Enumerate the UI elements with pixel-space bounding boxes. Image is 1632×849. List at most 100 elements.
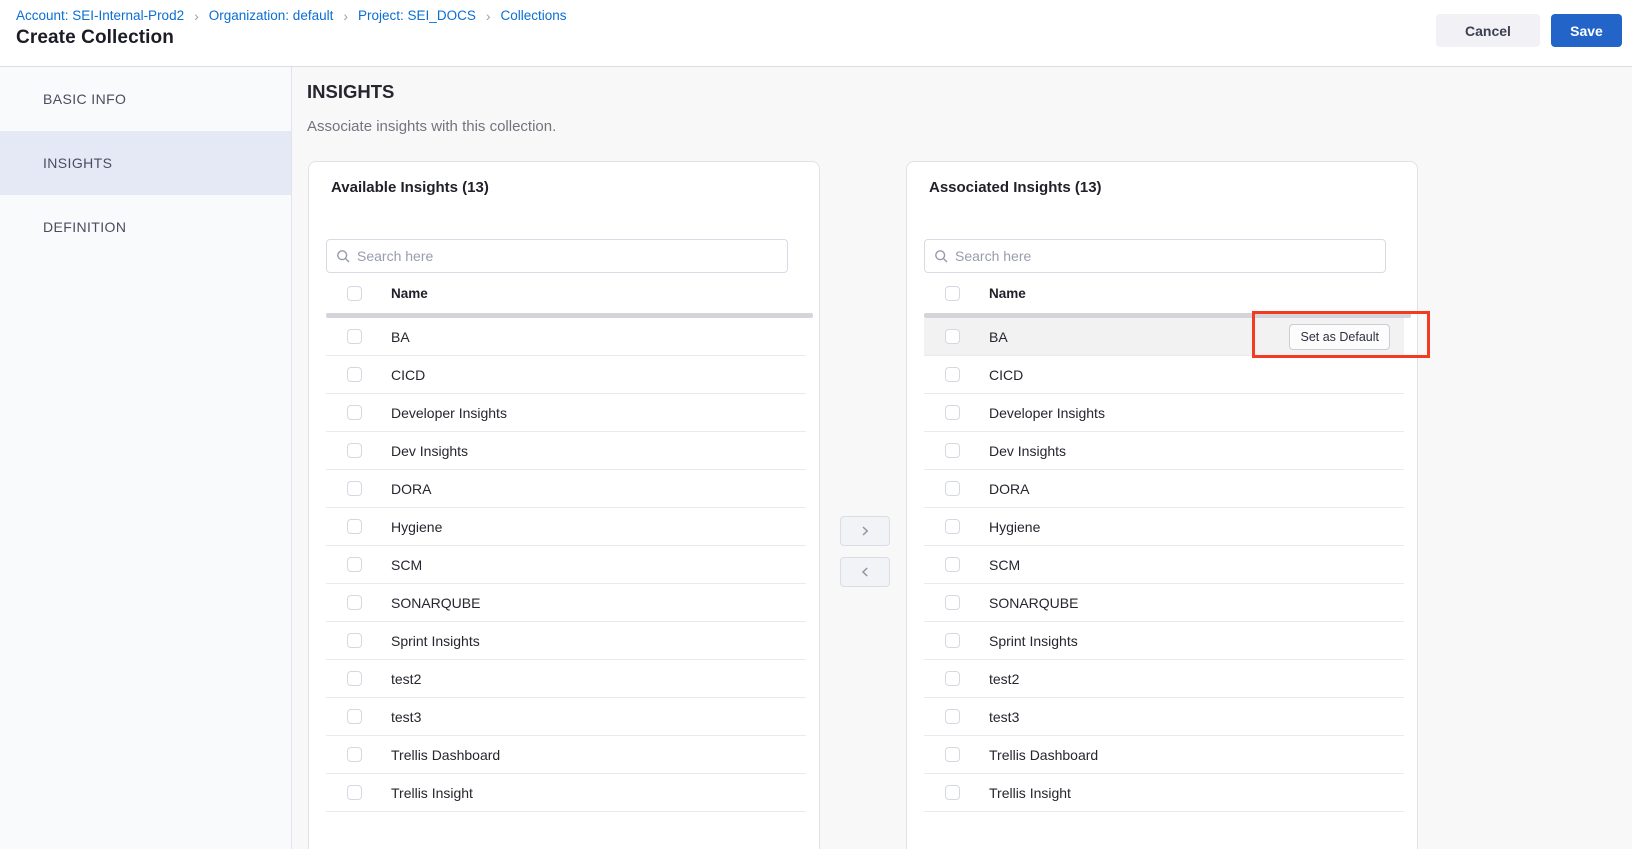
select-all-checkbox[interactable]	[945, 286, 960, 301]
row-checkbox[interactable]	[347, 481, 362, 496]
table-row[interactable]: test3	[924, 698, 1404, 736]
search-field	[326, 239, 788, 273]
table-row[interactable]: Sprint Insights	[326, 622, 806, 660]
sidebar-item-basic-info[interactable]: BASIC INFO	[0, 67, 291, 131]
row-label: Trellis Insight	[989, 785, 1071, 801]
table-row[interactable]: test2	[924, 660, 1404, 698]
search-field	[924, 239, 1386, 273]
row-checkbox[interactable]	[945, 443, 960, 458]
section-heading: INSIGHTS	[307, 81, 394, 103]
row-checkbox[interactable]	[945, 367, 960, 382]
breadcrumb-separator-icon: ›	[343, 9, 348, 23]
save-button[interactable]: Save	[1551, 14, 1622, 47]
insights-table-body: BA CICD Developer Insights Dev Insights DORA…	[326, 318, 806, 812]
breadcrumb-link[interactable]: Account: SEI-Internal-Prod2	[16, 8, 184, 23]
search-icon	[934, 249, 949, 264]
table-row[interactable]: CICD	[924, 356, 1404, 394]
row-checkbox[interactable]	[347, 367, 362, 382]
row-checkbox[interactable]	[945, 595, 960, 610]
row-checkbox[interactable]	[347, 785, 362, 800]
table-row[interactable]: Hygiene	[326, 508, 806, 546]
row-checkbox[interactable]	[945, 481, 960, 496]
table-row[interactable]: DORA	[326, 470, 806, 508]
table-row[interactable]: Trellis Insight	[326, 774, 806, 812]
row-label: Sprint Insights	[391, 633, 480, 649]
row-checkbox[interactable]	[347, 519, 362, 534]
table-row[interactable]: Hygiene	[924, 508, 1404, 546]
table-row[interactable]: Dev Insights	[326, 432, 806, 470]
search-icon	[336, 249, 351, 264]
row-label: CICD	[391, 367, 425, 383]
search-input[interactable]	[924, 239, 1386, 273]
breadcrumb-link[interactable]: Organization: default	[209, 8, 334, 23]
table-row[interactable]: test3	[326, 698, 806, 736]
row-label: Dev Insights	[989, 443, 1066, 459]
table-row[interactable]: DORA	[924, 470, 1404, 508]
table-row[interactable]: SCM	[924, 546, 1404, 584]
row-checkbox[interactable]	[347, 671, 362, 686]
row-label: test3	[989, 709, 1019, 725]
row-label: Hygiene	[391, 519, 442, 535]
row-label: Hygiene	[989, 519, 1040, 535]
table-row[interactable]: Trellis Dashboard	[924, 736, 1404, 774]
table-row[interactable]: Developer Insights	[924, 394, 1404, 432]
sidebar-item-definition[interactable]: DEFINITION	[0, 195, 291, 259]
row-label: CICD	[989, 367, 1023, 383]
row-label: Dev Insights	[391, 443, 468, 459]
row-checkbox[interactable]	[347, 405, 362, 420]
row-label: Trellis Insight	[391, 785, 473, 801]
row-label: Developer Insights	[989, 405, 1105, 421]
row-checkbox[interactable]	[945, 329, 960, 344]
breadcrumb-link[interactable]: Project: SEI_DOCS	[358, 8, 476, 23]
table-row[interactable]: CICD	[326, 356, 806, 394]
row-checkbox[interactable]	[347, 557, 362, 572]
move-right-button[interactable]	[840, 516, 890, 546]
table-row[interactable]: test2	[326, 660, 806, 698]
cancel-button[interactable]: Cancel	[1436, 14, 1540, 47]
row-checkbox[interactable]	[347, 633, 362, 648]
row-checkbox[interactable]	[347, 329, 362, 344]
table-row[interactable]: Trellis Insight	[924, 774, 1404, 812]
table-row[interactable]: Sprint Insights	[924, 622, 1404, 660]
sidebar: BASIC INFO INSIGHTS DEFINITION	[0, 67, 292, 849]
row-label: Developer Insights	[391, 405, 507, 421]
row-checkbox[interactable]	[347, 709, 362, 724]
table-row[interactable]: Trellis Dashboard	[326, 736, 806, 774]
row-checkbox[interactable]	[945, 785, 960, 800]
row-checkbox[interactable]	[347, 595, 362, 610]
row-checkbox[interactable]	[945, 557, 960, 572]
row-checkbox[interactable]	[347, 747, 362, 762]
table-row[interactable]: Dev Insights	[924, 432, 1404, 470]
row-label: BA	[391, 329, 410, 345]
table-row[interactable]: SCM	[326, 546, 806, 584]
table-row[interactable]: SONARQUBE	[326, 584, 806, 622]
breadcrumb-separator-icon: ›	[486, 9, 491, 23]
section-subheading: Associate insights with this collection.	[307, 118, 556, 135]
table-row[interactable]: Developer Insights	[326, 394, 806, 432]
row-checkbox[interactable]	[945, 671, 960, 686]
name-column-header: Name	[989, 286, 1026, 301]
sidebar-item-insights[interactable]: INSIGHTS	[0, 131, 291, 195]
row-checkbox[interactable]	[945, 405, 960, 420]
set-as-default-button[interactable]: Set as Default	[1289, 324, 1390, 350]
row-checkbox[interactable]	[945, 747, 960, 762]
table-header: Name	[924, 273, 1404, 313]
search-input[interactable]	[326, 239, 788, 273]
table-row[interactable]: SONARQUBE	[924, 584, 1404, 622]
breadcrumb-separator-icon: ›	[194, 9, 199, 23]
available-insights-panel: Available Insights (13) Name BACICDDevel…	[308, 161, 820, 849]
table-row[interactable]: BASet as Default	[924, 318, 1404, 356]
row-label: SCM	[989, 557, 1020, 573]
row-checkbox[interactable]	[945, 709, 960, 724]
row-label: DORA	[989, 481, 1029, 497]
row-checkbox[interactable]	[945, 519, 960, 534]
row-checkbox[interactable]	[945, 633, 960, 648]
breadcrumb-link[interactable]: Collections	[501, 8, 567, 23]
row-label: Sprint Insights	[989, 633, 1078, 649]
move-left-button[interactable]	[840, 557, 890, 587]
table-row[interactable]: BA	[326, 318, 806, 356]
select-all-checkbox[interactable]	[347, 286, 362, 301]
row-label: SCM	[391, 557, 422, 573]
row-label: Trellis Dashboard	[391, 747, 500, 763]
row-checkbox[interactable]	[347, 443, 362, 458]
